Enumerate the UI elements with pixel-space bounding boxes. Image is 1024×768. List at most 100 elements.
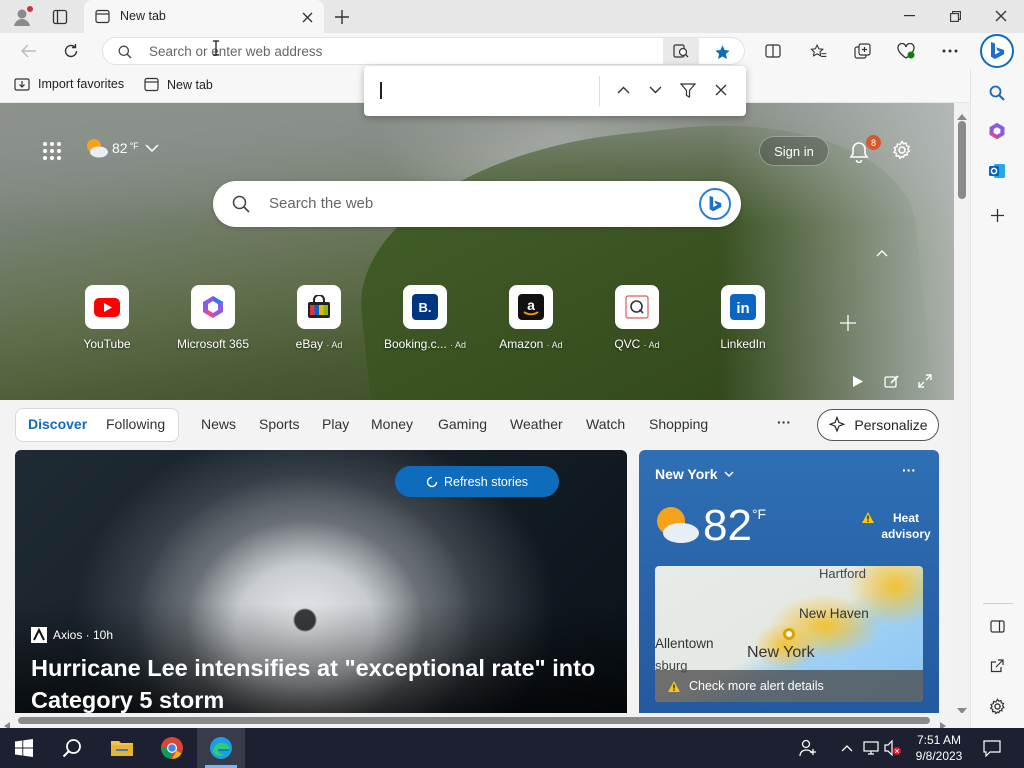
map-label-new-york: New York <box>747 644 815 661</box>
favorites-icon[interactable] <box>805 38 831 64</box>
page-settings-gear-icon[interactable] <box>889 137 915 163</box>
nav-discover[interactable]: Discover <box>28 416 87 432</box>
edit-background-icon[interactable] <box>880 371 902 391</box>
outlook-icon[interactable] <box>985 159 1009 183</box>
action-center-icon[interactable] <box>974 728 1010 768</box>
chrome-icon[interactable] <box>148 728 196 768</box>
weather-location-label: New York <box>655 466 718 482</box>
nav-weather[interactable]: Weather <box>510 416 563 432</box>
map-label-hartford: Hartford <box>819 566 866 581</box>
weather-temp-value: 82 <box>703 501 752 550</box>
weather-more-icon[interactable]: ··· <box>902 462 916 478</box>
notification-count: 8 <box>870 137 876 148</box>
nav-gaming[interactable]: Gaming <box>438 416 487 432</box>
nav-watch[interactable]: Watch <box>586 416 625 432</box>
copilot-sidebar-icon[interactable] <box>985 119 1009 143</box>
play-background-icon[interactable] <box>848 371 868 391</box>
apps-launcher-icon[interactable] <box>40 139 64 163</box>
vertical-scrollbar[interactable] <box>954 103 970 714</box>
weather-alert-map[interactable]: Hartford New Haven Allentown New York sb… <box>655 566 923 702</box>
open-external-icon[interactable] <box>985 654 1009 678</box>
personalize-label: Personalize <box>854 417 928 433</box>
nav-shopping[interactable]: Shopping <box>649 416 708 432</box>
back-icon[interactable] <box>16 38 42 64</box>
tile-amazon[interactable]: a Amazon · Ad <box>486 285 576 351</box>
tab-new-tab[interactable]: New tab <box>84 0 324 33</box>
story-headline[interactable]: Hurricane Lee intensifies at "exceptiona… <box>31 652 611 713</box>
search-icon[interactable] <box>985 81 1009 105</box>
nav-more-icon[interactable]: ··· <box>777 414 791 430</box>
news-feed: Discover Following News Sports Play Mone… <box>0 400 954 713</box>
find-filter-icon[interactable] <box>677 79 699 101</box>
profile-icon[interactable] <box>8 4 36 30</box>
refresh-icon[interactable] <box>58 38 84 64</box>
split-screen-icon[interactable] <box>760 38 786 64</box>
show-hidden-icons-chevron[interactable] <box>836 728 858 768</box>
windows-logo-icon <box>15 739 33 757</box>
nav-sports[interactable]: Sports <box>259 416 299 432</box>
edge-taskbar-icon[interactable] <box>197 728 245 768</box>
network-icon[interactable] <box>860 728 882 768</box>
collapse-chevron-up-icon[interactable] <box>872 245 892 261</box>
tile-linkedin[interactable]: in LinkedIn <box>698 285 788 351</box>
personalize-button[interactable]: Personalize <box>817 409 939 441</box>
browser-essentials-icon[interactable] <box>893 38 919 64</box>
vertical-scroll-thumb[interactable] <box>958 121 966 199</box>
sign-in-button[interactable]: Sign in <box>759 136 829 166</box>
scroll-down-arrow-icon[interactable] <box>957 701 967 714</box>
favorite-star-icon[interactable] <box>707 41 737 63</box>
tab-actions-icon[interactable] <box>48 5 72 29</box>
tile-ebay[interactable]: eBay · Ad <box>274 285 364 351</box>
bookmark-new-tab[interactable]: New tab <box>144 77 213 92</box>
scroll-up-arrow-icon[interactable] <box>957 107 967 120</box>
nav-news[interactable]: News <box>201 416 236 432</box>
horizontal-scrollbar[interactable] <box>0 713 970 730</box>
add-shortcut-icon[interactable] <box>836 311 860 335</box>
close-tab-icon[interactable] <box>298 8 316 26</box>
find-next-chevron-down-icon[interactable] <box>644 79 666 101</box>
new-tab-icon[interactable] <box>330 5 354 29</box>
tile-microsoft-365[interactable]: Microsoft 365 <box>168 285 258 351</box>
find-input[interactable] <box>376 78 596 104</box>
expand-icon[interactable] <box>914 371 936 391</box>
collections-icon[interactable] <box>849 38 875 64</box>
volume-muted-icon[interactable] <box>882 728 904 768</box>
check-alert-details-link[interactable]: Check more alert details <box>655 670 923 702</box>
find-previous-chevron-up-icon[interactable] <box>612 79 634 101</box>
reader-icon[interactable] <box>663 38 699 64</box>
hurricane-story-card[interactable]: Refresh stories Axios · 10h Hurricane Le… <box>15 450 627 713</box>
web-search-box[interactable]: Search the web <box>213 181 741 227</box>
copilot-icon[interactable] <box>980 34 1014 68</box>
system-clock[interactable]: 7:51 AM 9/8/2023 <box>910 732 968 764</box>
nav-money[interactable]: Money <box>371 416 413 432</box>
weather-widget[interactable]: 82 °F <box>84 137 159 159</box>
bing-chat-icon[interactable] <box>699 188 731 220</box>
svg-text:a: a <box>527 297 535 313</box>
weather-card[interactable]: New York ··· 82 °F Heat advisory Hartfor… <box>639 450 939 713</box>
restore-icon[interactable] <box>942 4 968 28</box>
file-explorer-icon[interactable] <box>98 728 146 768</box>
people-icon[interactable] <box>788 728 828 768</box>
import-favorites-link[interactable]: Import favorites <box>14 77 124 91</box>
hide-sidebar-icon[interactable] <box>985 614 1009 638</box>
import-icon <box>14 78 30 91</box>
refresh-stories-button[interactable]: Refresh stories <box>395 466 559 497</box>
start-button[interactable] <box>0 728 48 768</box>
nav-following[interactable]: Following <box>106 416 165 432</box>
heat-advisory-link[interactable]: Heat advisory <box>861 510 933 542</box>
weather-location[interactable]: New York <box>655 466 734 482</box>
close-window-icon[interactable] <box>988 4 1014 28</box>
taskbar-search-icon[interactable] <box>48 728 96 768</box>
nav-play[interactable]: Play <box>322 416 349 432</box>
horizontal-scroll-thumb[interactable] <box>18 717 930 724</box>
find-close-icon[interactable] <box>710 79 732 101</box>
warning-icon <box>668 680 680 692</box>
settings-more-icon[interactable] <box>937 38 963 64</box>
address-bar[interactable]: Search or enter web address <box>102 37 745 65</box>
tile-qvc[interactable]: QVC · Ad <box>592 285 682 351</box>
add-sidebar-app-icon[interactable] <box>985 203 1009 227</box>
sidebar-settings-gear-icon[interactable] <box>985 694 1009 718</box>
tile-youtube[interactable]: YouTube <box>62 285 152 351</box>
minimize-icon[interactable] <box>896 4 922 28</box>
tile-booking[interactable]: B. Booking.c... · Ad <box>380 285 470 351</box>
